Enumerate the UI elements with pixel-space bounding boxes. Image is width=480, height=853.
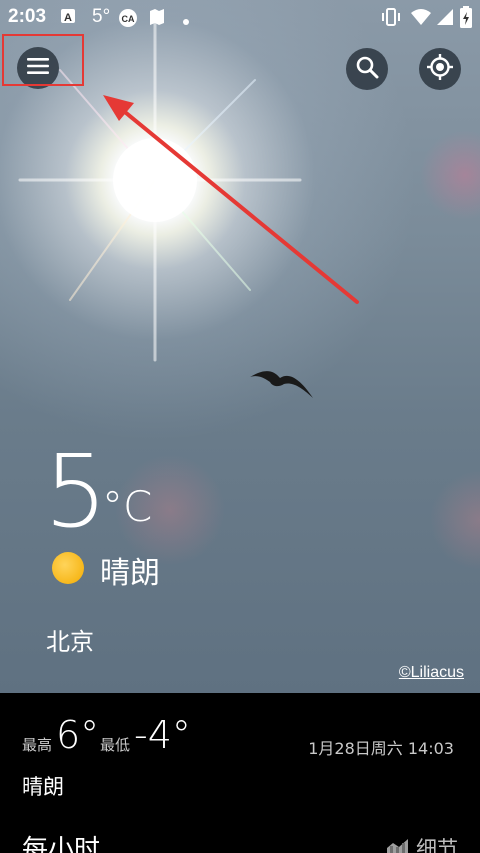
dot-icon [182,13,190,31]
search-icon [355,55,379,83]
vibrate-icon [380,8,402,31]
search-button[interactable] [346,48,388,90]
city-name[interactable]: 北京 [46,622,94,657]
svg-text:CA: CA [122,14,135,24]
details-label: 细节 [416,837,458,853]
map-icon [148,8,166,31]
low-label: 最低 [100,736,131,754]
chart-icon [386,836,410,853]
sun-flare [18,18,313,398]
current-condition: 晴朗 [100,556,160,591]
update-timestamp: 1月28日周六 14:03 [308,739,454,758]
svg-text:A: A [64,12,72,24]
current-temperature: 5 [44,433,108,550]
annotation-highlight-box [2,34,84,86]
temperature-unit: °C [102,482,153,531]
status-temperature: 5° [92,6,111,27]
weather-screen: 2:03 A 5° CA 5 °C 晴朗 北京 ©Liliacus 最高 6° … [0,0,480,853]
today-condition: 晴朗 [22,775,64,799]
notification-a-icon: A [60,8,76,29]
bird-silhouette [250,371,313,398]
forecast-panel: 最高 6° 最低 -4° 1月28日周六 14:03 晴朗 每小时 细节 [0,693,480,853]
high-label: 最高 [22,736,53,754]
ca-icon: CA [118,8,138,33]
status-time: 2:03 [8,6,47,27]
details-button[interactable]: 细节 [386,833,458,853]
low-value: -4° [134,713,191,757]
high-value: 6° [56,713,100,757]
status-bar: 2:03 A 5° CA [0,0,480,34]
battery-icon [460,6,472,33]
signal-icon [436,8,454,31]
wifi-icon [410,8,432,31]
background-photo [0,0,480,693]
hourly-section-title: 每小时 [22,835,101,853]
gps-locate-icon [426,53,454,85]
locate-button[interactable] [419,48,461,90]
sunny-icon [52,552,84,584]
photo-credit-link[interactable]: ©Liliacus [399,664,464,682]
